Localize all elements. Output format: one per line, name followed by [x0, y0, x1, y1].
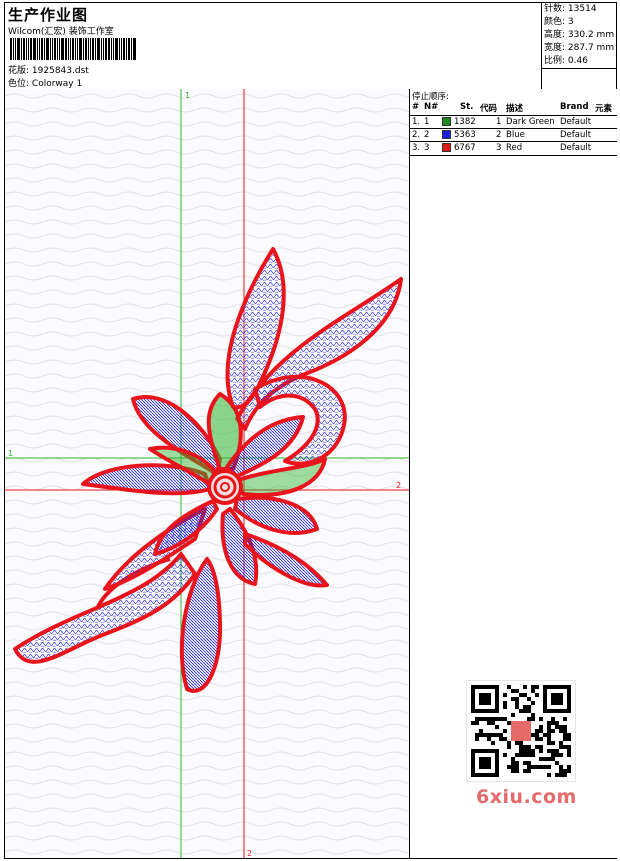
- color-swatch: [442, 143, 451, 152]
- row-n: 3: [424, 143, 430, 153]
- stop-order-table-end: [410, 155, 617, 156]
- stop-order-header: # N# St. 代码 描述 Brand 元素: [410, 102, 617, 115]
- stat-width-value: 287.7 mm: [567, 43, 615, 53]
- design-file-value: 1925843.dst: [31, 66, 89, 76]
- design-canvas[interactable]: 1 1 2 2: [5, 89, 409, 858]
- color-swatch: [442, 117, 451, 126]
- col-st: St.: [460, 102, 474, 112]
- design-file-label: 花版:: [8, 66, 30, 76]
- guide-green-h-label: 1: [8, 449, 13, 458]
- row-code: 3: [496, 143, 502, 153]
- row-desc: Red: [506, 143, 523, 153]
- col-hash: #: [412, 102, 420, 112]
- col-code: 代码: [480, 104, 498, 114]
- stat-stitches: 针数: 13514: [542, 3, 617, 16]
- row-brand: Default: [560, 117, 592, 127]
- stat-scale-value: 0.46: [567, 56, 588, 66]
- watermark-site[interactable]: 6xiu.com: [476, 786, 577, 808]
- stat-width: 宽度: 287.7 mm: [542, 42, 617, 55]
- row-hash: 1.: [412, 117, 421, 127]
- company-name: Wilcom(汇宏) 装饰工作室: [8, 27, 114, 37]
- guide-red-h-label: 2: [396, 481, 401, 490]
- stat-scale-label: 比例:: [544, 56, 566, 66]
- stat-colors-value: 3: [567, 17, 574, 27]
- table-row[interactable]: 3. 3 6767 3 Red Default: [410, 141, 617, 155]
- row-hash: 2.: [412, 130, 421, 140]
- colorway-value: Colorway 1: [31, 79, 83, 89]
- stat-colors-label: 颜色:: [544, 17, 566, 27]
- row-code: 2: [496, 130, 502, 140]
- row-st: 1382: [454, 117, 476, 127]
- col-n: N#: [424, 102, 439, 112]
- embroidery-preview: 1 1 2 2: [5, 89, 409, 858]
- stop-order-title: 停止顺序:: [412, 92, 449, 102]
- colorway-label: 色位:: [8, 79, 30, 89]
- table-row[interactable]: 1. 1 1382 1 Dark Green Default: [410, 115, 617, 129]
- col-desc: 描述: [506, 104, 524, 114]
- stat-height-value: 330.2 mm: [567, 30, 615, 40]
- sheet-header: 生产作业图 Wilcom(汇宏) 装饰工作室 花版: 1925843.dst 色…: [5, 3, 617, 90]
- row-st: 5363: [454, 130, 476, 140]
- qr-code-graphic: [471, 685, 571, 777]
- guide-green-v-label: 1: [185, 91, 190, 100]
- row-hash: 3.: [412, 143, 421, 153]
- colorway: 色位: Colorway 1: [8, 76, 82, 89]
- stat-colors: 颜色: 3: [542, 16, 617, 29]
- col-brand: Brand: [560, 102, 589, 112]
- row-n: 2: [424, 130, 430, 140]
- row-brand: Default: [560, 130, 592, 140]
- sheet-title: 生产作业图: [8, 6, 89, 24]
- stat-stitches-label: 针数:: [544, 4, 566, 14]
- row-desc: Dark Green: [506, 117, 555, 127]
- stat-stitches-value: 13514: [567, 4, 597, 14]
- row-desc: Blue: [506, 130, 525, 140]
- stat-width-label: 宽度:: [544, 43, 566, 53]
- table-row[interactable]: 2. 2 5363 2 Blue Default: [410, 128, 617, 142]
- qr-code-icon[interactable]: [466, 680, 576, 782]
- stat-height: 高度: 330.2 mm: [542, 29, 617, 42]
- row-brand: Default: [560, 143, 592, 153]
- stat-height-label: 高度:: [544, 30, 566, 40]
- row-st: 6767: [454, 143, 476, 153]
- row-n: 1: [424, 117, 430, 127]
- row-code: 1: [496, 117, 502, 127]
- design-stats: 针数: 13514 颜色: 3 高度: 330.2 mm 宽度: 287.7 m…: [541, 3, 617, 89]
- guide-red-v-label: 2: [247, 849, 252, 858]
- design-file: 花版: 1925843.dst: [8, 63, 89, 76]
- barcode: [10, 38, 142, 60]
- stat-scale: 比例: 0.46: [542, 55, 617, 68]
- color-swatch: [442, 130, 451, 139]
- col-elem: 元素: [595, 104, 613, 114]
- stats-divider: [542, 68, 617, 82]
